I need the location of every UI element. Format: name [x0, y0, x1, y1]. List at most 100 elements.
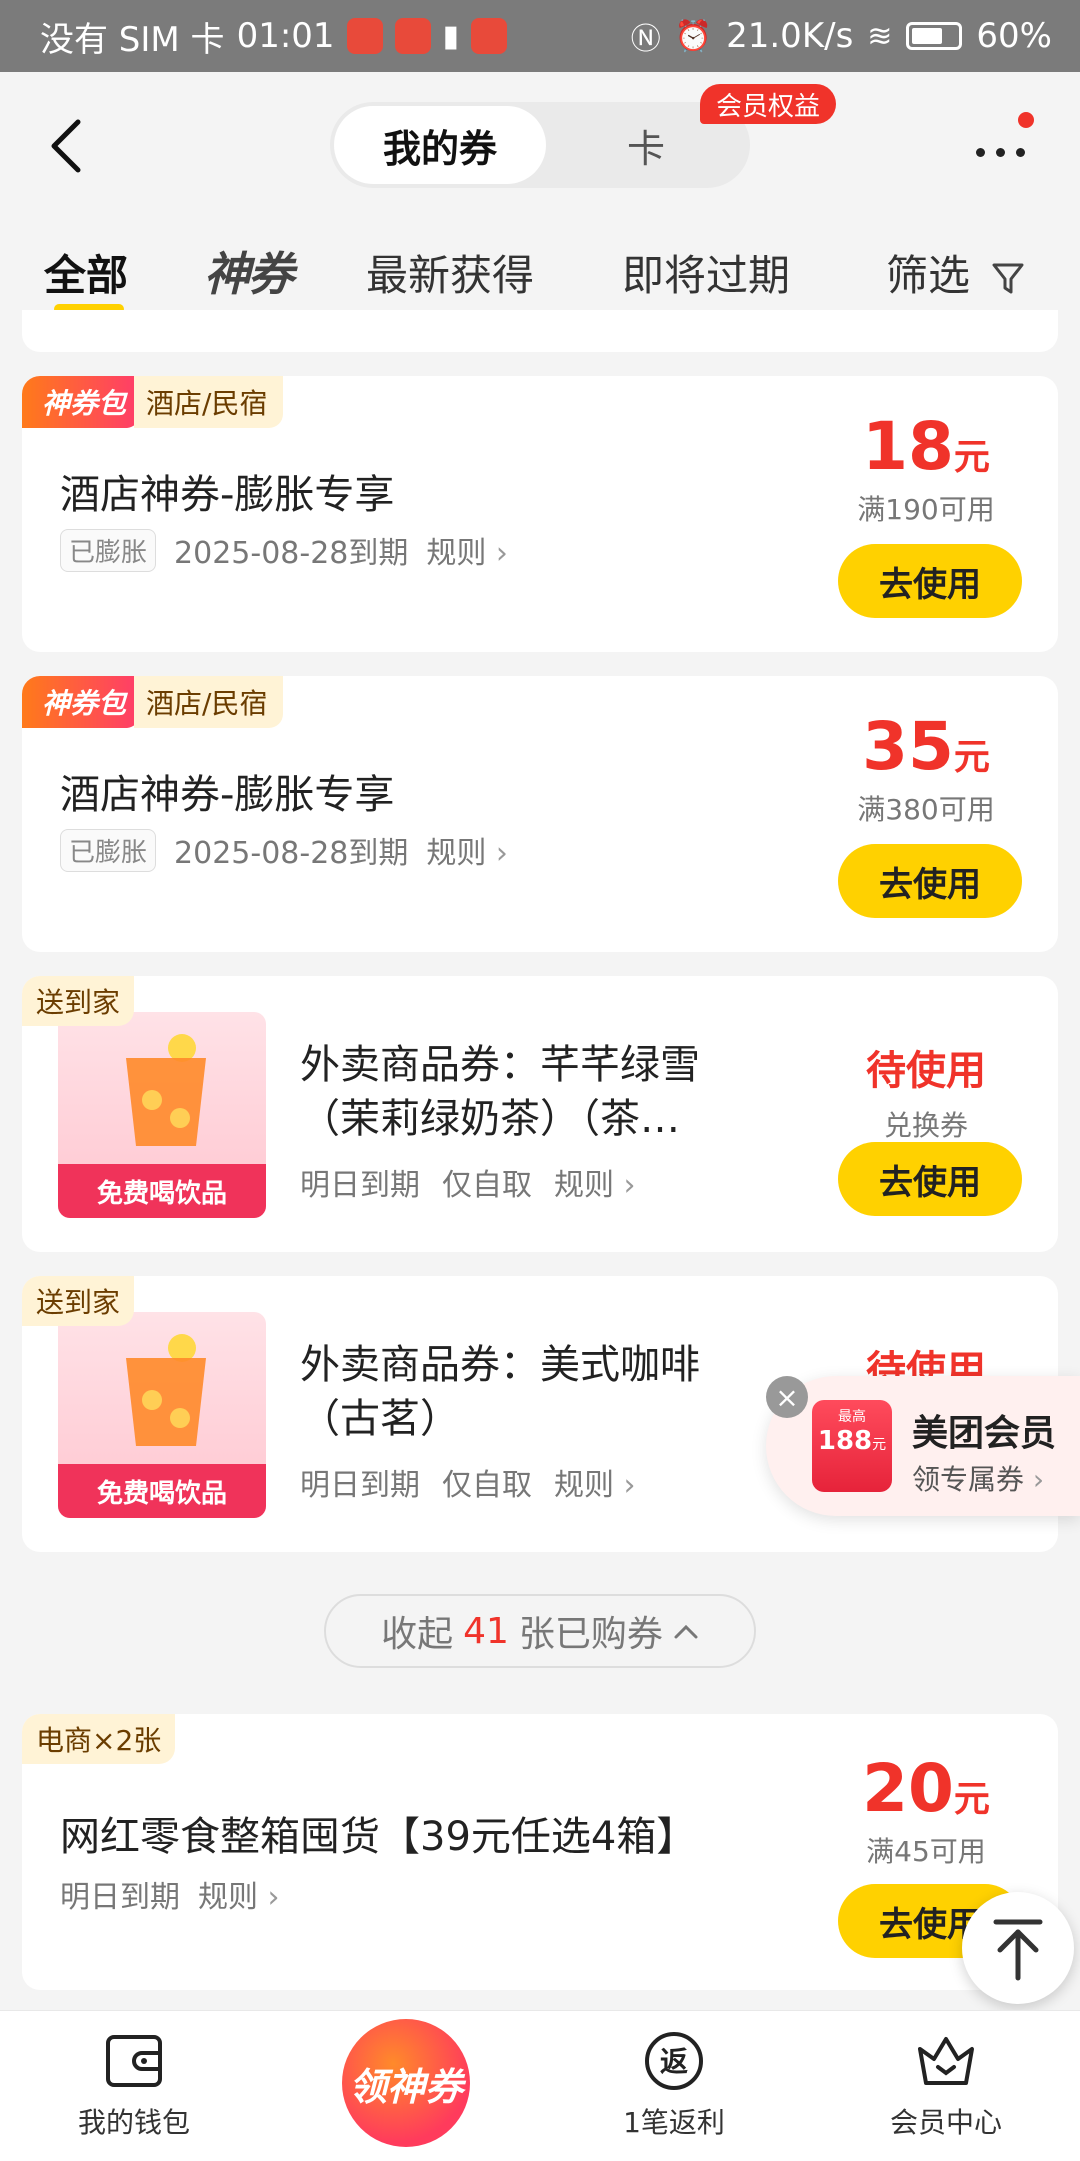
coupon-card[interactable]: 神券包 酒店/民宿 酒店神券-膨胀专享 已膨胀 2025-08-28到期 规则 … [22, 376, 1058, 652]
amount: 18 [862, 408, 954, 485]
chevron-right-icon: › [495, 836, 508, 871]
status: 待使用 [866, 1048, 986, 1094]
unit: 元 [953, 1779, 990, 1820]
rebate-icon: 返 [645, 2032, 703, 2090]
battery-percent: 60% [976, 16, 1052, 56]
wallet-icon [106, 2035, 162, 2087]
coupon-meta: 已膨胀 2025-08-28到期 规则 › [60, 828, 508, 872]
filter-label: 筛选 [886, 251, 971, 300]
coupon-title: 外卖商品券：美式咖啡 （古茗） [300, 1342, 700, 1442]
drink-thumbnail: 免费喝饮品 [58, 1012, 266, 1218]
rule-link[interactable]: 规则 › [198, 1872, 280, 1916]
nav-member-center[interactable]: 会员中心 [846, 2029, 1046, 2141]
promo-title: 美团会员 [912, 1413, 1057, 1454]
pickup-only: 仅自取 [442, 1468, 532, 1503]
coupon-title: 外卖商品券：芊芊绿雪 （茉莉绿奶茶）（茶… [300, 1042, 700, 1142]
tab-newest[interactable]: 最新获得 [366, 242, 534, 303]
svg-text:返: 返 [660, 2045, 688, 2078]
use-button[interactable]: 去使用 [838, 1142, 1022, 1216]
rule-link[interactable]: 规则 › [554, 1160, 636, 1204]
coupon-card[interactable]: 电商×2张 网红零食整箱囤货【39元任选4箱】 明日到期 规则 › 20元 满4… [22, 1714, 1058, 1990]
purchased-count: 41 [463, 1610, 509, 1652]
expire-date: 2025-08-28到期 [174, 536, 409, 571]
huawei-app-icon [346, 18, 383, 54]
nav-wallet[interactable]: 我的钱包 [34, 2029, 234, 2141]
use-button[interactable]: 去使用 [838, 544, 1022, 618]
coupon-card[interactable]: 神券包 酒店/民宿 酒店神券-膨胀专享 已膨胀 2025-08-28到期 规则 … [22, 676, 1058, 952]
coupon-card-switch: 我的券 卡 [330, 102, 750, 188]
tab-expiring[interactable]: 即将过期 [622, 242, 790, 303]
delivery-tag: 送到家 [22, 976, 135, 1026]
pickup-only: 仅自取 [442, 1168, 532, 1203]
expire-date: 明日到期 [300, 1168, 420, 1203]
condition: 满380可用 [857, 793, 995, 826]
bottom-nav: 我的钱包 领神券 返 1笔返利 会员中心 [0, 2010, 1080, 2161]
notification-dot [1018, 112, 1034, 128]
coupon-kind: 兑换券 [883, 1109, 968, 1142]
huawei-app-icon [471, 18, 508, 54]
wifi-icon: ≋ [867, 18, 893, 54]
crown-icon [918, 2037, 974, 2085]
unit: 元 [953, 737, 990, 778]
status-bar: 没有 SIM 卡 01:01 ▮ Ⓝ ⏰ 21.0K/s ≋ 60% [0, 0, 1080, 72]
collapse-purchased-button[interactable]: 收起 41 张已购券 [324, 1594, 756, 1668]
delivery-tag: 送到家 [22, 1276, 135, 1326]
nav-bar: 我的券 卡 会员权益 [0, 72, 1080, 224]
chevron-right-icon: › [623, 1168, 636, 1203]
promo-subtitle: 领专属券 › [912, 1463, 1045, 1496]
member-promo-float[interactable]: × 最高 188元 美团会员 领专属券 › [766, 1376, 1080, 1516]
coupon-title: 酒店神券-膨胀专享 [60, 472, 395, 518]
drink-thumbnail: 免费喝饮品 [58, 1312, 266, 1518]
rule-link[interactable]: 规则 › [554, 1460, 636, 1504]
chevron-right-icon: › [623, 1468, 636, 1503]
back-to-top-button[interactable] [962, 1892, 1074, 2004]
expire-date: 明日到期 [60, 1880, 180, 1915]
nav-rebate[interactable]: 返 1笔返利 [574, 2029, 774, 2141]
arrow-up-icon [993, 1919, 1043, 1981]
get-coupon-button[interactable]: 领神券 [342, 2019, 470, 2147]
ecommerce-tag: 电商×2张 [22, 1714, 176, 1764]
rule-link[interactable]: 规则 › [426, 828, 508, 872]
category-tag: 酒店/民宿 [134, 676, 284, 728]
rule-link[interactable]: 规则 › [426, 528, 508, 572]
coupon-meta: 明日到期 规则 › [60, 1872, 280, 1916]
coupon-price: 20元 满45可用 [826, 1756, 1026, 1870]
coupon-meta: 明日到期 仅自取 规则 › [300, 1160, 636, 1204]
chevron-right-icon: › [495, 536, 508, 571]
pack-tag: 神券包 [22, 376, 141, 428]
amount: 35 [862, 708, 954, 785]
pack-tag: 神券包 [22, 676, 141, 728]
network-speed: 21.0K/s [726, 16, 854, 56]
drink-cup-icon [126, 1034, 206, 1146]
expire-date: 明日到期 [300, 1468, 420, 1503]
chevron-right-icon: › [1032, 1463, 1045, 1496]
category-tag: 酒店/民宿 [134, 376, 284, 428]
chevron-up-icon [674, 1624, 698, 1639]
delivery-coupon-card[interactable]: 免费喝饮品 送到家 外卖商品券：芊芊绿雪 （茉莉绿奶茶）（茶… 明日到期 仅自取… [22, 976, 1058, 1252]
use-button[interactable]: 去使用 [838, 844, 1022, 918]
carrier-text: 没有 SIM 卡 [40, 19, 225, 60]
clock: 01:01 [236, 16, 335, 56]
tab-filter[interactable]: 筛选 [886, 242, 1025, 303]
free-drink-label: 免费喝饮品 [58, 1164, 266, 1218]
tab-my-coupons[interactable]: 我的券 [334, 106, 546, 184]
filter-icon [992, 263, 1024, 293]
tab-shenquan[interactable]: 神券 [204, 238, 294, 304]
inflated-chip: 已膨胀 [60, 828, 157, 872]
unit: 元 [953, 437, 990, 478]
nfc-icon: Ⓝ [630, 22, 661, 57]
more-icon[interactable] [976, 142, 1036, 162]
free-drink-label: 免费喝饮品 [58, 1464, 266, 1518]
huawei-app-icon [394, 18, 431, 54]
tab-all[interactable]: 全部 [44, 242, 128, 303]
expire-date: 2025-08-28到期 [174, 836, 409, 871]
battery-alert-icon: ▮ [442, 18, 460, 54]
amount: 20 [862, 1750, 954, 1827]
member-coupon-box: 最高 188元 [812, 1400, 892, 1492]
back-icon[interactable] [44, 116, 88, 176]
coupon-price: 35元 满380可用 [826, 714, 1026, 828]
coupon-meta: 明日到期 仅自取 规则 › [300, 1460, 636, 1504]
coupon-title: 网红零食整箱囤货【39元任选4箱】 [60, 1814, 697, 1860]
close-icon[interactable]: × [766, 1376, 808, 1418]
member-benefit-badge[interactable]: 会员权益 [700, 84, 837, 124]
